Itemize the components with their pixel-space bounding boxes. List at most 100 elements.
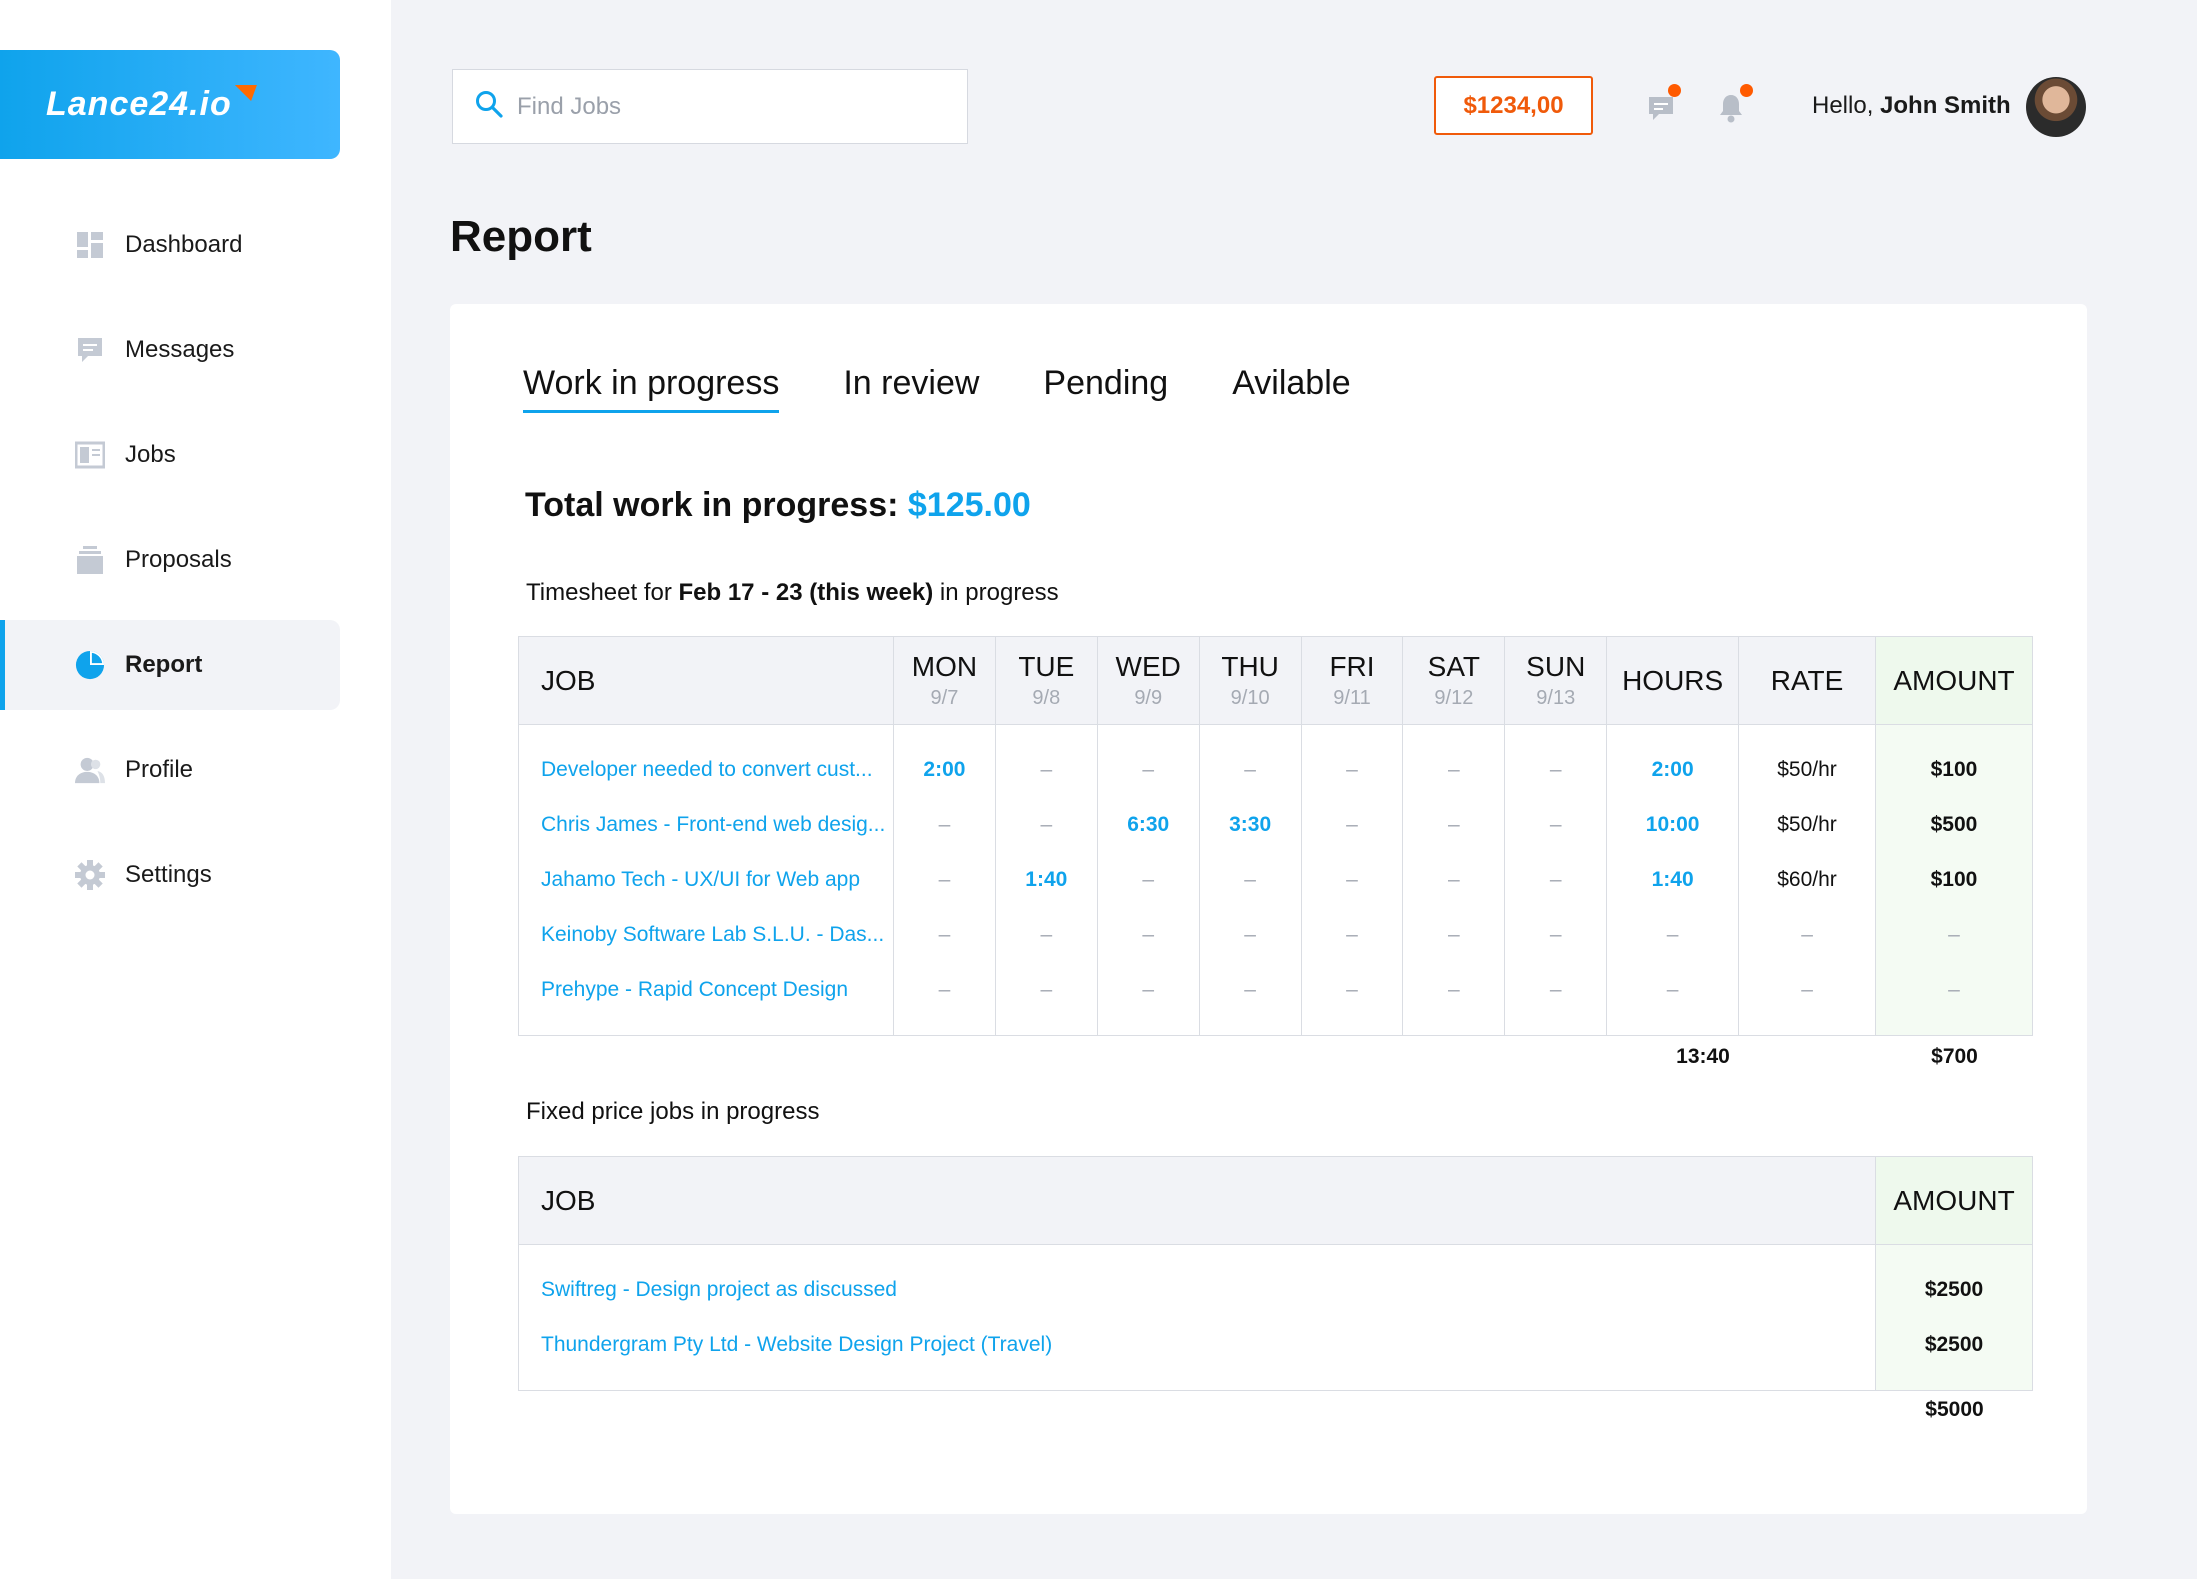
hours-cell: – (1606, 907, 1740, 963)
day-cell: – (1096, 907, 1200, 963)
day-cell: – (1096, 724, 1200, 798)
greeting-text: Hello, (1812, 92, 1881, 119)
messages-button[interactable] (1643, 84, 1681, 126)
chat-icon (1649, 97, 1673, 120)
job-link[interactable]: Swiftreg - Design project as discussed (517, 1244, 1877, 1318)
sidebar-item-proposals[interactable]: Proposals (0, 515, 340, 605)
hours-cell: 1:40 (1606, 852, 1740, 908)
column-header-tue: TUE 9/8 (994, 636, 1098, 725)
job-link[interactable]: Thundergram Pty Ltd - Website Design Pro… (517, 1317, 1877, 1391)
amount-cell: $2500 (1875, 1244, 2033, 1318)
hours-cell: 10:00 (1606, 797, 1740, 853)
sidebar-item-label: Proposals (125, 546, 232, 573)
profile-icon (75, 755, 105, 785)
day-cell: – (892, 852, 996, 908)
day-cell: – (1504, 962, 1608, 1036)
sidebar-item-dashboard[interactable]: Dashboard (0, 200, 340, 290)
day-cell: – (1096, 852, 1200, 908)
day-cell: – (892, 962, 996, 1036)
sidebar-item-label: Report (125, 651, 203, 678)
total-value: $125.00 (907, 486, 1031, 524)
logo[interactable]: Lance24.io (0, 50, 340, 159)
day-date: 9/9 (1134, 687, 1163, 709)
logo-text: Lance24.io (46, 85, 232, 123)
sidebar-item-label: Dashboard (125, 231, 243, 258)
column-header-fri: FRI 9/11 (1300, 636, 1404, 725)
day-cell: – (1198, 962, 1302, 1036)
table-row: Swiftreg - Design project as discussed $… (517, 1244, 2033, 1318)
day-name: THU (1221, 651, 1279, 682)
sidebar-item-label: Profile (125, 756, 194, 783)
search-box[interactable] (452, 69, 968, 144)
day-cell: – (994, 724, 1098, 798)
user-greeting: Hello, John Smith (1812, 92, 2011, 120)
tab-in-review[interactable]: In review (843, 364, 979, 413)
notifications-button[interactable] (1713, 84, 1753, 126)
balance-badge[interactable]: $1234,00 (1434, 76, 1593, 135)
column-header-sat: SAT 9/12 (1402, 636, 1506, 725)
hours-cell: 2:00 (1606, 724, 1740, 798)
timesheet-caption: Timesheet for Feb 17 - 23 (this week) in… (526, 579, 1059, 607)
sidebar-item-profile[interactable]: Profile (0, 725, 340, 815)
total-label: Total work in progress: (525, 486, 908, 524)
day-cell: – (1300, 907, 1404, 963)
timesheet-period: Feb 17 - 23 (this week) (678, 579, 934, 606)
day-cell: 6:30 (1096, 797, 1200, 853)
sidebar-item-jobs[interactable]: Jobs (0, 410, 340, 500)
day-cell: – (1504, 852, 1608, 908)
pie-chart-icon (75, 650, 105, 680)
report-card: Work in progress In review Pending Avila… (450, 304, 2087, 1514)
avatar[interactable] (2026, 77, 2086, 137)
amount-cell: $100 (1874, 724, 2034, 798)
day-cell: – (1096, 962, 1200, 1036)
day-cell: – (1300, 852, 1404, 908)
sidebar-nav: Dashboard Messages Jobs Proposals Report (0, 200, 340, 935)
job-link[interactable]: Jahamo Tech - UX/UI for Web app (518, 852, 894, 908)
column-header-amount: AMOUNT (1874, 636, 2034, 725)
day-cell: – (1198, 907, 1302, 963)
logo-arrow-icon (228, 84, 257, 101)
amount-cell: $500 (1874, 797, 2034, 853)
search-input[interactable] (517, 92, 937, 121)
day-date: 9/7 (930, 687, 959, 709)
rate-cell: $60/hr (1738, 852, 1876, 908)
amount-cell: $2500 (1875, 1317, 2033, 1391)
table-row: Thundergram Pty Ltd - Website Design Pro… (517, 1317, 2033, 1391)
user-name: John Smith (1880, 92, 2011, 119)
day-cell: – (1402, 797, 1506, 853)
sidebar-item-messages[interactable]: Messages (0, 305, 340, 395)
tab-work-in-progress[interactable]: Work in progress (523, 364, 780, 413)
sidebar-item-settings[interactable]: Settings (0, 830, 340, 920)
sidebar-item-report[interactable]: Report (0, 620, 340, 710)
day-cell: – (1402, 907, 1506, 963)
sidebar-item-label: Settings (125, 861, 212, 888)
timesheet-suffix: in progress (933, 579, 1059, 606)
total-work-in-progress: Total work in progress: $125.00 (525, 486, 1031, 525)
dashboard-icon (75, 230, 105, 260)
timesheet-header-row: JOB MON 9/7 TUE 9/8 WED 9/9 THU 9/10 FRI 9/11… (518, 636, 2034, 725)
day-cell: – (1300, 724, 1404, 798)
day-cell: – (994, 907, 1098, 963)
day-cell: – (1300, 797, 1404, 853)
job-link[interactable]: Chris James - Front-end web desig... (518, 797, 894, 853)
day-cell: – (892, 907, 996, 963)
search-icon (475, 90, 503, 123)
day-cell: – (1300, 962, 1404, 1036)
notification-dot (1740, 84, 1753, 97)
column-header-job: JOB (517, 1156, 1877, 1245)
job-link[interactable]: Keinoby Software Lab S.L.U. - Das... (518, 907, 894, 963)
table-row: Chris James - Front-end web desig... – –… (518, 797, 2034, 853)
proposals-icon (75, 545, 105, 575)
fixed-price-table: JOB AMOUNT Swiftreg - Design project as … (517, 1156, 2033, 1391)
day-name: WED (1115, 651, 1181, 682)
gear-icon (75, 860, 105, 890)
day-name: SUN (1526, 651, 1586, 682)
job-link[interactable]: Developer needed to convert cust... (518, 724, 894, 798)
tab-pending[interactable]: Pending (1043, 364, 1168, 413)
job-link[interactable]: Prehype - Rapid Concept Design (518, 962, 894, 1036)
report-tabs: Work in progress In review Pending Avila… (523, 364, 1415, 413)
tab-available[interactable]: Avilable (1232, 364, 1350, 413)
day-name: SAT (1427, 651, 1481, 682)
day-cell: – (1504, 797, 1608, 853)
timesheet-prefix: Timesheet for (526, 579, 679, 606)
